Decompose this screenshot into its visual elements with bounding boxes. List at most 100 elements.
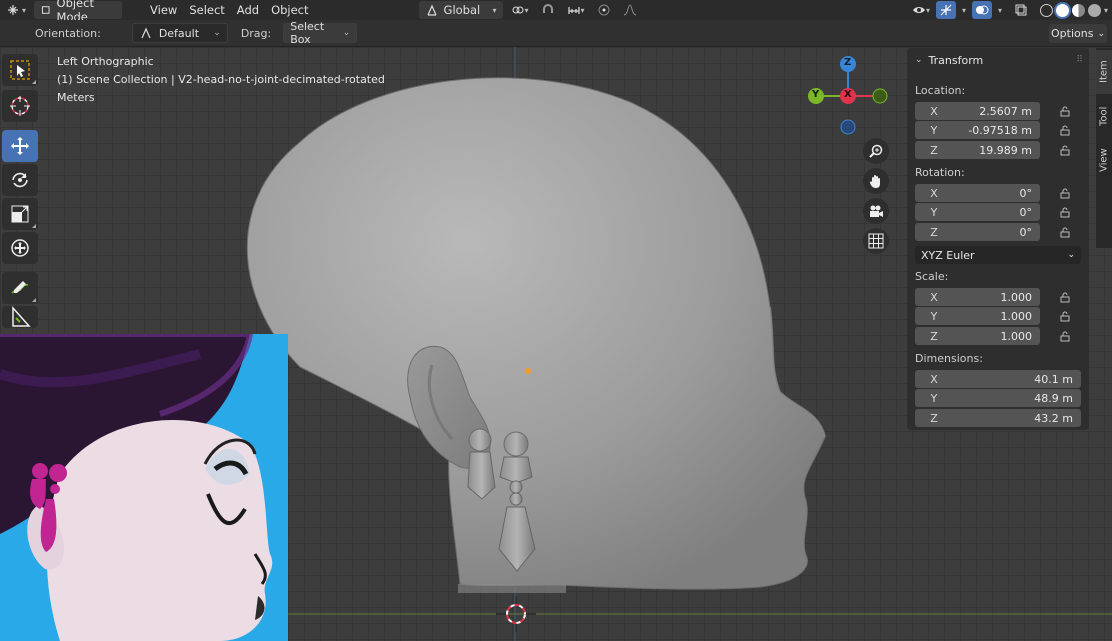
material-shading-icon[interactable] bbox=[1071, 3, 1085, 17]
transform-panel-header[interactable]: ⌄ Transform ⠿ bbox=[907, 48, 1089, 72]
snap-increment-icon bbox=[567, 7, 580, 14]
transform-orientation-dropdown[interactable]: Global ▾ bbox=[418, 1, 503, 19]
proportional-edit-toggle[interactable] bbox=[591, 1, 617, 19]
pivot-icon bbox=[512, 6, 524, 14]
orientation-icon bbox=[141, 27, 151, 39]
gizmo-toggle[interactable] bbox=[935, 1, 956, 19]
options-dropdown[interactable]: Options ⌄ bbox=[1049, 24, 1107, 43]
perspective-toggle-button[interactable] bbox=[863, 228, 889, 254]
rotation-mode-value: XYZ Euler bbox=[921, 248, 975, 262]
overlays-toggle[interactable] bbox=[971, 1, 992, 19]
cursor-tool[interactable] bbox=[2, 90, 38, 122]
doll-reference-photo bbox=[0, 334, 288, 641]
mode-dropdown[interactable]: Object Mode bbox=[34, 0, 123, 24]
rendered-shading-icon[interactable] bbox=[1087, 3, 1101, 17]
zoom-button[interactable] bbox=[863, 138, 889, 164]
reference-image[interactable] bbox=[0, 334, 288, 641]
lock-icon[interactable] bbox=[1059, 105, 1071, 117]
chevron-down-icon: ⌄ bbox=[342, 28, 351, 38]
tool-settings-bar: Orientation: Default ⌄ Drag: Select Box … bbox=[0, 20, 1112, 47]
rotation-mode-dropdown[interactable]: XYZ Euler ⌄ bbox=[915, 246, 1081, 264]
rotation-x-field[interactable]: X 0° bbox=[915, 184, 1040, 202]
location-y-field[interactable]: Y -0.97518 m bbox=[915, 121, 1040, 139]
orientation-dropdown[interactable]: Default ⌄ bbox=[131, 23, 228, 43]
lock-icon[interactable] bbox=[1059, 291, 1071, 303]
orientation-icon bbox=[426, 4, 437, 16]
scale-x-field[interactable]: X 1.000 bbox=[915, 288, 1040, 306]
select-box-tool[interactable] bbox=[2, 54, 38, 86]
editor-type-button[interactable]: ▾ bbox=[0, 1, 32, 19]
lock-icon[interactable] bbox=[1059, 330, 1071, 342]
field-value: 1.000 bbox=[1000, 290, 1033, 304]
scale-z-field[interactable]: Z 1.000 bbox=[915, 327, 1040, 345]
solid-shading-icon[interactable] bbox=[1055, 3, 1069, 17]
location-z-field[interactable]: Z 19.989 m bbox=[915, 141, 1040, 159]
drag-handle-icon[interactable]: ⠿ bbox=[1076, 55, 1083, 65]
camera-view-button[interactable] bbox=[863, 198, 889, 224]
chevron-down-icon: ▾ bbox=[961, 5, 966, 15]
gizmo-x-label[interactable]: X bbox=[844, 89, 852, 100]
lock-icon[interactable] bbox=[1059, 144, 1071, 156]
earring-left bbox=[467, 428, 496, 500]
measure-ruler-icon bbox=[12, 306, 31, 327]
overlays-dropdown[interactable]: ▾ bbox=[992, 1, 1008, 19]
snap-toggle[interactable] bbox=[535, 1, 561, 19]
editor-type-icon bbox=[8, 5, 18, 15]
orientation-label: Orientation: bbox=[35, 26, 101, 40]
gizmo-z-label[interactable]: Z bbox=[844, 57, 851, 68]
pivot-button[interactable]: ▾ bbox=[505, 1, 535, 19]
menu-object[interactable]: Object bbox=[265, 1, 314, 19]
rotation-y-field[interactable]: Y 0° bbox=[915, 203, 1040, 221]
dimensions-z-field[interactable]: Z 43.2 m bbox=[915, 409, 1081, 427]
tab-item[interactable]: Item bbox=[1096, 50, 1112, 94]
lock-icon[interactable] bbox=[1059, 187, 1071, 199]
pan-button[interactable] bbox=[863, 168, 889, 194]
axis-label: X bbox=[930, 186, 938, 200]
scale-tool[interactable] bbox=[2, 198, 38, 230]
rotation-z-field[interactable]: Z 0° bbox=[915, 223, 1040, 241]
field-value: 0° bbox=[1019, 186, 1033, 200]
visibility-dropdown[interactable]: ▾ bbox=[906, 1, 936, 19]
gizmo-y-label[interactable]: Y bbox=[812, 89, 819, 100]
lock-icon[interactable] bbox=[1059, 206, 1071, 218]
drag-label: Drag: bbox=[240, 26, 272, 40]
transform-tool[interactable] bbox=[2, 232, 38, 264]
measure-tool[interactable] bbox=[2, 306, 38, 328]
tool-shelf bbox=[0, 52, 40, 330]
overlays-icon bbox=[975, 5, 989, 15]
dimensions-y-field[interactable]: Y 48.9 m bbox=[915, 389, 1081, 407]
move-tool[interactable] bbox=[2, 130, 38, 162]
scale-y-field[interactable]: Y 1.000 bbox=[915, 307, 1040, 325]
lock-icon[interactable] bbox=[1059, 226, 1071, 238]
chevron-down-icon: ▾ bbox=[580, 5, 585, 15]
xray-icon bbox=[1015, 4, 1027, 16]
field-value: 2.5607 m bbox=[979, 104, 1032, 118]
location-x-field[interactable]: X 2.5607 m bbox=[915, 102, 1040, 120]
chevron-down-icon[interactable]: ▾ bbox=[1104, 6, 1108, 15]
menu-select[interactable]: Select bbox=[183, 1, 230, 19]
menu-view[interactable]: View bbox=[144, 1, 183, 19]
chevron-down-icon: ▾ bbox=[997, 5, 1002, 15]
gizmo-dropdown[interactable]: ▾ bbox=[956, 1, 972, 19]
lock-icon[interactable] bbox=[1059, 310, 1071, 322]
snap-target-dropdown[interactable]: ▾ bbox=[561, 1, 591, 19]
menu-add[interactable]: Add bbox=[231, 1, 265, 19]
location-label: Location: bbox=[915, 84, 966, 97]
dimensions-x-field[interactable]: X 40.1 m bbox=[915, 370, 1081, 388]
rotate-tool[interactable] bbox=[2, 164, 38, 196]
field-value: -0.97518 m bbox=[968, 123, 1032, 137]
falloff-dropdown[interactable] bbox=[617, 1, 643, 19]
lock-icon[interactable] bbox=[1059, 124, 1071, 136]
tab-view[interactable]: View bbox=[1096, 138, 1112, 182]
tab-tool[interactable]: Tool bbox=[1096, 96, 1112, 136]
wireframe-shading-icon[interactable] bbox=[1039, 3, 1053, 17]
sidebar-transform-panel: ⌄ Transform ⠿ Location: X 2.5607 m Y -0.97… bbox=[907, 48, 1089, 430]
collection-info: (1) Scene Collection | V2-head-no-t-join… bbox=[57, 73, 385, 86]
chevron-down-icon: ⌄ bbox=[213, 28, 221, 38]
scale-label: Scale: bbox=[915, 270, 949, 283]
annotate-tool[interactable] bbox=[2, 272, 38, 304]
drag-dropdown[interactable]: Select Box ⌄ bbox=[283, 20, 358, 46]
transform-icon bbox=[11, 239, 29, 257]
xray-toggle[interactable] bbox=[1008, 1, 1034, 19]
view-name: Left Orthographic bbox=[57, 55, 154, 68]
